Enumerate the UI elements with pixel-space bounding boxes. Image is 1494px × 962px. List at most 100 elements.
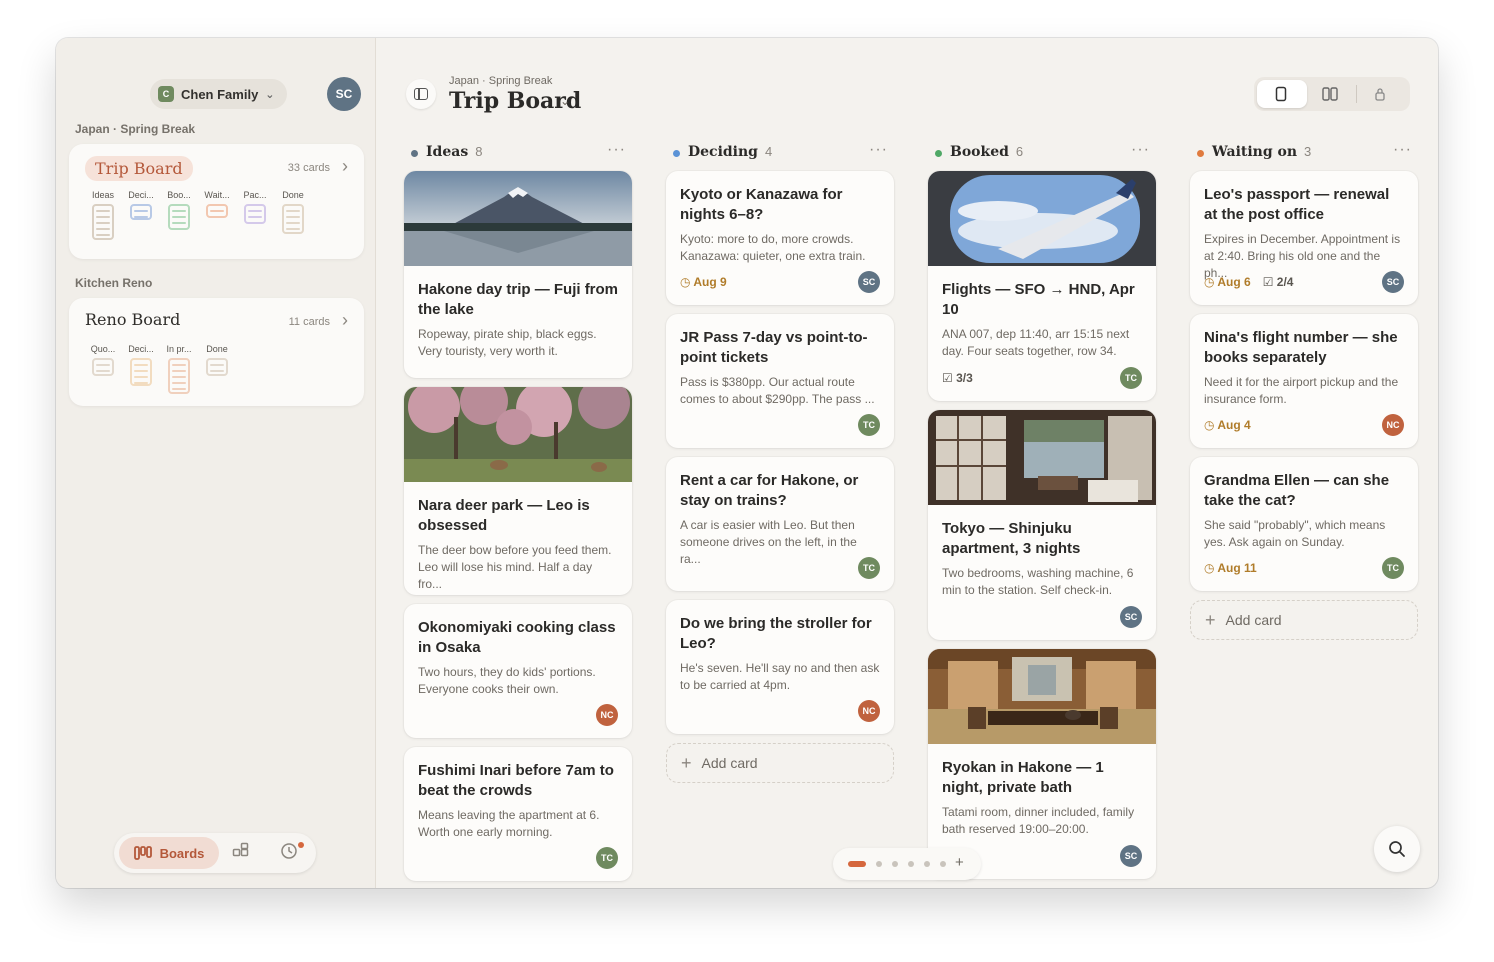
column-name: Waiting on	[1212, 144, 1298, 160]
page-dot[interactable]	[876, 861, 882, 867]
assignee-avatar[interactable]: NC	[1382, 414, 1404, 436]
templates-icon[interactable]	[232, 842, 250, 860]
add-card-button[interactable]: + Add card	[666, 743, 894, 783]
assignee-avatar[interactable]: SC	[858, 271, 880, 293]
chevron-down-icon[interactable]: ⌄	[560, 94, 570, 108]
board-card-item[interactable]: Do we bring the stroller for Leo? He's se…	[666, 600, 894, 734]
assignee-avatar[interactable]: SC	[1120, 845, 1142, 867]
page-dot[interactable]	[924, 861, 930, 867]
board-mini-column-label: Quo...	[90, 344, 116, 354]
assignee-avatar[interactable]: TC	[858, 557, 880, 579]
column-more-button[interactable]: ···	[1393, 141, 1412, 159]
board-mini-column-preview	[206, 358, 228, 376]
family-name: Chen Family	[181, 86, 259, 102]
assignee-avatar[interactable]: TC	[858, 414, 880, 436]
column-header: Booked 6 ···	[928, 141, 1156, 162]
column-status-dot	[1197, 150, 1204, 157]
board-card-count: 33 cards	[287, 162, 330, 174]
nav-boards-label: Boards	[159, 845, 205, 861]
due-date[interactable]: ◷ Aug 9	[680, 275, 727, 289]
column-status-dot	[411, 150, 418, 157]
board-card-item[interactable]: Okonomiyaki cooking class in Osaka Two ho…	[404, 604, 632, 738]
board-card-item[interactable]: Hakone day trip — Fuji from the lake Rope…	[404, 171, 632, 378]
board-card-item[interactable]: Kyoto or Kanazawa for nights 6–8? Kyoto: …	[666, 171, 894, 305]
page-dot[interactable]	[940, 861, 946, 867]
two-column-icon[interactable]	[1322, 86, 1338, 102]
due-date-text: Aug 4	[1217, 418, 1251, 432]
assignee-avatar[interactable]: SC	[1382, 271, 1404, 293]
card-title: Nara deer park — Leo is obsessed	[418, 497, 590, 534]
board-mini-column-preview	[92, 204, 114, 240]
board-mini-column-preview	[282, 204, 304, 234]
plus-icon: +	[1205, 609, 1216, 630]
family-badge: C	[158, 86, 174, 102]
board-mini-column: Done	[199, 344, 235, 376]
card-title: Hakone day trip — Fuji from the lake	[418, 281, 619, 318]
board-card-item[interactable]: Nara deer park — Leo is obsessed The deer…	[404, 387, 632, 595]
column-more-button[interactable]: ···	[1131, 141, 1150, 159]
board-card-item[interactable]: Ryokan in Hakone — 1 night, private bath…	[928, 649, 1156, 879]
board-card-trip[interactable]: Trip Board 33 cards › Ideas Deci... Boo...…	[69, 144, 364, 259]
column-count: 4	[764, 144, 773, 159]
history-icon[interactable]	[280, 842, 298, 860]
board-card-reno[interactable]: Reno Board 11 cards › Quo... Deci... In pr…	[69, 298, 364, 406]
card-title: Do we bring the stroller for Leo?	[680, 615, 872, 652]
card-photo	[404, 171, 632, 266]
board-card-item[interactable]: Flights — SFO → HND, Apr 10 ANA 007, dep …	[928, 171, 1156, 401]
board-mini-column-preview	[130, 358, 152, 386]
board-card-item[interactable]: Nina's flight number — she books separat…	[1190, 314, 1418, 448]
column-count: 3	[1304, 144, 1312, 159]
user-avatar[interactable]: SC	[327, 77, 361, 111]
clock-icon: ◷	[680, 275, 694, 289]
clock-icon: ◷	[1204, 418, 1218, 432]
add-page-button[interactable]: +	[955, 854, 964, 871]
column-name: Ideas	[426, 144, 469, 160]
board-card-item[interactable]: Rent a car for Hakone, or stay on trains…	[666, 457, 894, 591]
card-image	[928, 649, 1156, 744]
board-card-item[interactable]: Grandma Ellen — can she take the cat? She…	[1190, 457, 1418, 591]
board-mini-column: Deci...	[123, 190, 159, 220]
assignee-avatar[interactable]: NC	[858, 700, 880, 722]
column-more-button[interactable]: ···	[869, 141, 888, 159]
board-card-item[interactable]: Fushimi Inari before 7am to beat the cro…	[404, 747, 632, 881]
card-title: Tokyo — Shinjuku apartment, 3 nights	[942, 520, 1081, 557]
due-date[interactable]: ◷ Aug 6	[1204, 275, 1251, 289]
card-title: Okonomiyaki cooking class in Osaka	[418, 619, 616, 656]
assignee-avatar[interactable]: SC	[1120, 606, 1142, 628]
card-description: Two hours, they do kids' portions. Every…	[418, 665, 596, 696]
assignee-avatar[interactable]: TC	[1120, 367, 1142, 389]
add-card-button[interactable]: + Add card	[1190, 600, 1418, 640]
card-image	[404, 171, 632, 266]
clock-icon: ◷	[1204, 275, 1218, 289]
board-card-item[interactable]: Leo's passport — renewal at the post off…	[1190, 171, 1418, 305]
page-dot[interactable]	[908, 861, 914, 867]
due-date[interactable]: ◷ Aug 11	[1204, 561, 1257, 575]
column-status-dot	[673, 150, 680, 157]
page-dot[interactable]	[892, 861, 898, 867]
search-button[interactable]	[1374, 826, 1420, 872]
toggle-sidebar-button[interactable]	[406, 79, 436, 109]
add-card-label: Add card	[701, 755, 758, 771]
page-dot-active[interactable]	[848, 861, 866, 867]
family-switcher[interactable]: C Chen Family ⌄	[150, 79, 287, 109]
clock-icon: ◷	[1204, 561, 1218, 575]
search-icon	[1389, 841, 1405, 857]
notification-dot	[298, 842, 304, 848]
checkbox-icon: ☑	[942, 371, 957, 385]
column-more-button[interactable]: ···	[607, 141, 626, 159]
nav-boards-button[interactable]: Boards	[119, 837, 219, 869]
assignee-avatar[interactable]: NC	[596, 704, 618, 726]
assignee-avatar[interactable]: TC	[1382, 557, 1404, 579]
board-mini-column-preview	[168, 358, 190, 394]
card-title: Fushimi Inari before 7am to beat the cro…	[418, 762, 614, 799]
card-description: Ropeway, pirate ship, black eggs. Very t…	[418, 327, 597, 358]
card-photo	[404, 387, 632, 482]
assignee-avatar[interactable]: TC	[596, 847, 618, 869]
sidebar-icon	[414, 88, 428, 100]
card-description: She said "probably", which means yes. As…	[1204, 518, 1386, 549]
board-card-item[interactable]: JR Pass 7-day vs point-to-point tickets P…	[666, 314, 894, 448]
lock-icon[interactable]	[1374, 86, 1386, 102]
due-date[interactable]: ◷ Aug 4	[1204, 418, 1251, 432]
board-mini-column-label: Pac...	[243, 190, 267, 200]
board-card-item[interactable]: Tokyo — Shinjuku apartment, 3 nights Two …	[928, 410, 1156, 640]
